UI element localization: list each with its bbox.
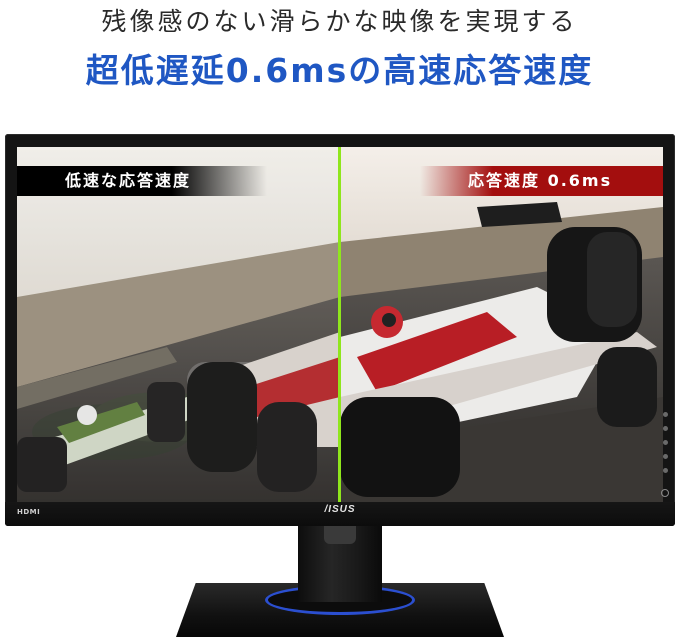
brand-logo: /ISUS xyxy=(324,504,356,515)
sharp-half xyxy=(340,147,663,502)
comparison-divider-line xyxy=(338,147,341,502)
hdmi-logo: HDMI xyxy=(17,508,41,516)
label-fast-response: 応答速度 0.6ms xyxy=(420,166,663,196)
monitor-control-button-5 xyxy=(663,468,668,473)
monitor: 低速な応答速度 応答速度 0.6ms HDMI /ISUS xyxy=(0,0,679,644)
monitor-control-button-1 xyxy=(663,412,668,417)
power-icon xyxy=(661,489,669,497)
blurred-half xyxy=(17,147,367,502)
monitor-control-button-2 xyxy=(663,426,668,431)
label-slow-response: 低速な応答速度 xyxy=(17,166,267,196)
stand-cable-slot xyxy=(324,526,356,544)
monitor-control-button-4 xyxy=(663,454,668,459)
monitor-screen xyxy=(17,147,663,502)
race-scene-image xyxy=(17,147,663,502)
monitor-control-button-3 xyxy=(663,440,668,445)
